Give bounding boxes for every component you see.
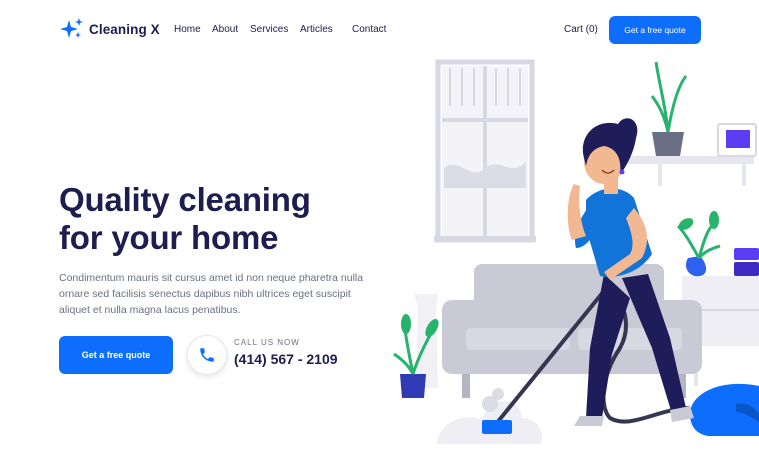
hero-headline-line-2: for your home: [59, 219, 279, 256]
phone-icon: [200, 348, 214, 362]
top-navigation-bar: Cleaning X Home About Services Articles …: [0, 0, 759, 58]
nav-services[interactable]: Services: [250, 23, 288, 36]
hero-quote-button[interactable]: Get a free quote: [59, 336, 173, 374]
phone-button[interactable]: [187, 335, 227, 375]
brand-logo[interactable]: Cleaning X: [59, 17, 160, 41]
window-graphic: [434, 59, 536, 243]
nav-articles[interactable]: Articles: [300, 23, 333, 36]
cart-link[interactable]: Cart (0): [564, 23, 598, 36]
nav-about[interactable]: About: [212, 23, 238, 36]
nav-contact[interactable]: Contact: [352, 23, 386, 36]
hero-headline-line-1: Quality cleaning: [59, 181, 311, 218]
call-label: CALL US NOW: [234, 338, 300, 347]
hero-headline: Quality cleaning for your home: [59, 181, 359, 257]
sparkle-stars-icon: [60, 18, 83, 38]
header-quote-button[interactable]: Get a free quote: [609, 16, 701, 44]
brand-name: Cleaning X: [89, 21, 160, 37]
nav-home[interactable]: Home: [174, 23, 201, 36]
hero-description: Condimentum mauris sit cursus amet id no…: [59, 272, 364, 316]
wall-shelf: [628, 61, 757, 186]
phone-number[interactable]: (414) 567 - 2109: [234, 351, 338, 367]
woman-vacuuming-illustration: [393, 59, 759, 444]
